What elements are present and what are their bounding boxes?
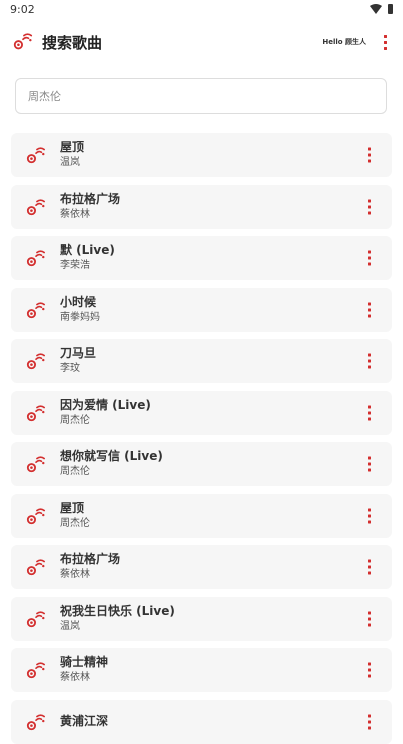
song-title: 想你就写信 (Live) xyxy=(60,449,163,463)
song-more-menu-icon[interactable] xyxy=(364,712,375,731)
song-list-item[interactable]: 黄浦江深 xyxy=(11,699,392,744)
music-swirl-icon xyxy=(26,559,45,576)
song-text: 想你就写信 (Live) 周杰伦 xyxy=(60,449,163,479)
music-swirl-icon xyxy=(26,301,45,318)
song-text: 屋顶 周杰伦 xyxy=(60,501,90,531)
song-artist: 温岚 xyxy=(60,157,80,168)
song-artist: 周杰伦 xyxy=(60,517,90,529)
song-list-item[interactable]: 祝我生日快乐 (Live) 温岚 xyxy=(11,596,392,641)
header-right: Hello 顾生人 xyxy=(322,33,391,52)
wifi-icon xyxy=(370,4,382,14)
song-title: 祝我生日快乐 (Live) xyxy=(60,603,175,618)
song-list-item[interactable]: 布拉格广场 蔡依林 xyxy=(11,184,392,229)
song-text: 刀马旦 李玟 xyxy=(60,346,96,376)
song-artist: 李荣浩 xyxy=(60,260,90,271)
song-more-menu-icon[interactable] xyxy=(364,146,375,165)
song-list-item[interactable]: 屋顶 温岚 xyxy=(11,133,392,177)
song-title: 黄浦江深 xyxy=(60,713,109,728)
battery-icon xyxy=(388,4,393,14)
song-text: 因为爱情 (Live) 周杰伦 xyxy=(60,398,151,428)
song-artist: 周杰伦 xyxy=(60,414,90,426)
search-box[interactable] xyxy=(15,78,387,114)
song-list-item[interactable]: 默 (Live) 李荣浩 xyxy=(11,236,392,280)
song-more-menu-icon[interactable] xyxy=(364,249,375,268)
status-icons xyxy=(370,4,393,14)
song-text: 骑士精神 蔡依林 xyxy=(60,655,108,685)
song-list-item[interactable]: 想你就写信 (Live) 周杰伦 xyxy=(11,442,392,486)
song-text: 小时候 南拳妈妈 xyxy=(60,295,100,325)
song-title: 屋顶 xyxy=(60,140,85,154)
song-more-menu-icon[interactable] xyxy=(364,197,375,216)
song-text: 布拉格广场 蔡依林 xyxy=(60,552,120,582)
music-swirl-icon xyxy=(26,662,45,679)
music-swirl-icon xyxy=(26,198,45,215)
music-swirl-icon xyxy=(26,610,45,627)
song-artist: 温岚 xyxy=(60,620,80,632)
song-list-item[interactable]: 骑士精神 蔡依林 xyxy=(11,648,392,692)
song-title: 骑士精神 xyxy=(60,655,109,669)
song-text: 黄浦江深 xyxy=(60,714,108,730)
music-swirl-logo-icon xyxy=(13,33,33,50)
app-header: 搜索歌曲 Hello 顾生人 xyxy=(0,22,403,62)
song-text: 布拉格广场 蔡依林 xyxy=(60,192,120,222)
song-text: 祝我生日快乐 (Live) 温岚 xyxy=(60,604,175,634)
song-list-item[interactable]: 屋顶 周杰伦 xyxy=(11,493,392,538)
song-more-menu-icon[interactable] xyxy=(364,661,375,680)
song-text: 默 (Live) 李荣浩 xyxy=(60,243,115,273)
music-swirl-icon xyxy=(26,250,45,267)
song-artist: 南拳妈妈 xyxy=(60,311,100,323)
song-title: 默 (Live) xyxy=(60,243,115,257)
music-swirl-icon xyxy=(26,713,45,730)
song-more-menu-icon[interactable] xyxy=(364,609,375,628)
song-more-menu-icon[interactable] xyxy=(364,455,375,474)
song-list-item[interactable]: 因为爱情 (Live) 周杰伦 xyxy=(11,390,392,435)
song-title: 屋顶 xyxy=(60,500,85,515)
music-swirl-icon xyxy=(26,404,45,421)
music-swirl-icon xyxy=(26,147,45,164)
user-greeting: Hello 顾生人 xyxy=(322,38,366,46)
song-more-menu-icon[interactable] xyxy=(364,506,375,525)
song-title: 小时候 xyxy=(60,294,97,309)
header-more-menu-icon[interactable] xyxy=(380,33,391,52)
song-artist: 蔡依林 xyxy=(60,672,90,683)
song-title: 布拉格广场 xyxy=(60,552,121,566)
music-swirl-icon xyxy=(26,507,45,524)
song-more-menu-icon[interactable] xyxy=(364,403,375,422)
search-input[interactable] xyxy=(26,88,376,104)
song-title: 刀马旦 xyxy=(60,346,97,360)
song-more-menu-icon[interactable] xyxy=(364,300,375,319)
song-artist: 周杰伦 xyxy=(60,466,90,477)
status-bar: 9:02 xyxy=(0,0,403,18)
song-more-menu-icon[interactable] xyxy=(364,352,375,371)
music-swirl-icon xyxy=(26,456,45,473)
song-artist: 李玟 xyxy=(60,363,80,374)
song-list-item[interactable]: 布拉格广场 蔡依林 xyxy=(11,545,392,589)
song-artist: 蔡依林 xyxy=(60,569,90,580)
song-list-item[interactable]: 小时候 南拳妈妈 xyxy=(11,287,392,332)
page-title: 搜索歌曲 xyxy=(42,33,103,52)
status-time: 9:02 xyxy=(10,2,35,16)
song-list: 屋顶 温岚 布拉格广场 蔡依林 默 (Live) 李荣浩 小时候 南拳妈妈 刀马… xyxy=(11,133,392,744)
song-artist: 蔡依林 xyxy=(60,208,90,220)
song-title: 布拉格广场 xyxy=(60,191,121,206)
song-list-item[interactable]: 刀马旦 李玟 xyxy=(11,339,392,383)
song-more-menu-icon[interactable] xyxy=(364,558,375,577)
song-title: 因为爱情 (Live) xyxy=(60,397,151,412)
song-text: 屋顶 温岚 xyxy=(60,140,84,170)
music-swirl-icon xyxy=(26,353,45,370)
